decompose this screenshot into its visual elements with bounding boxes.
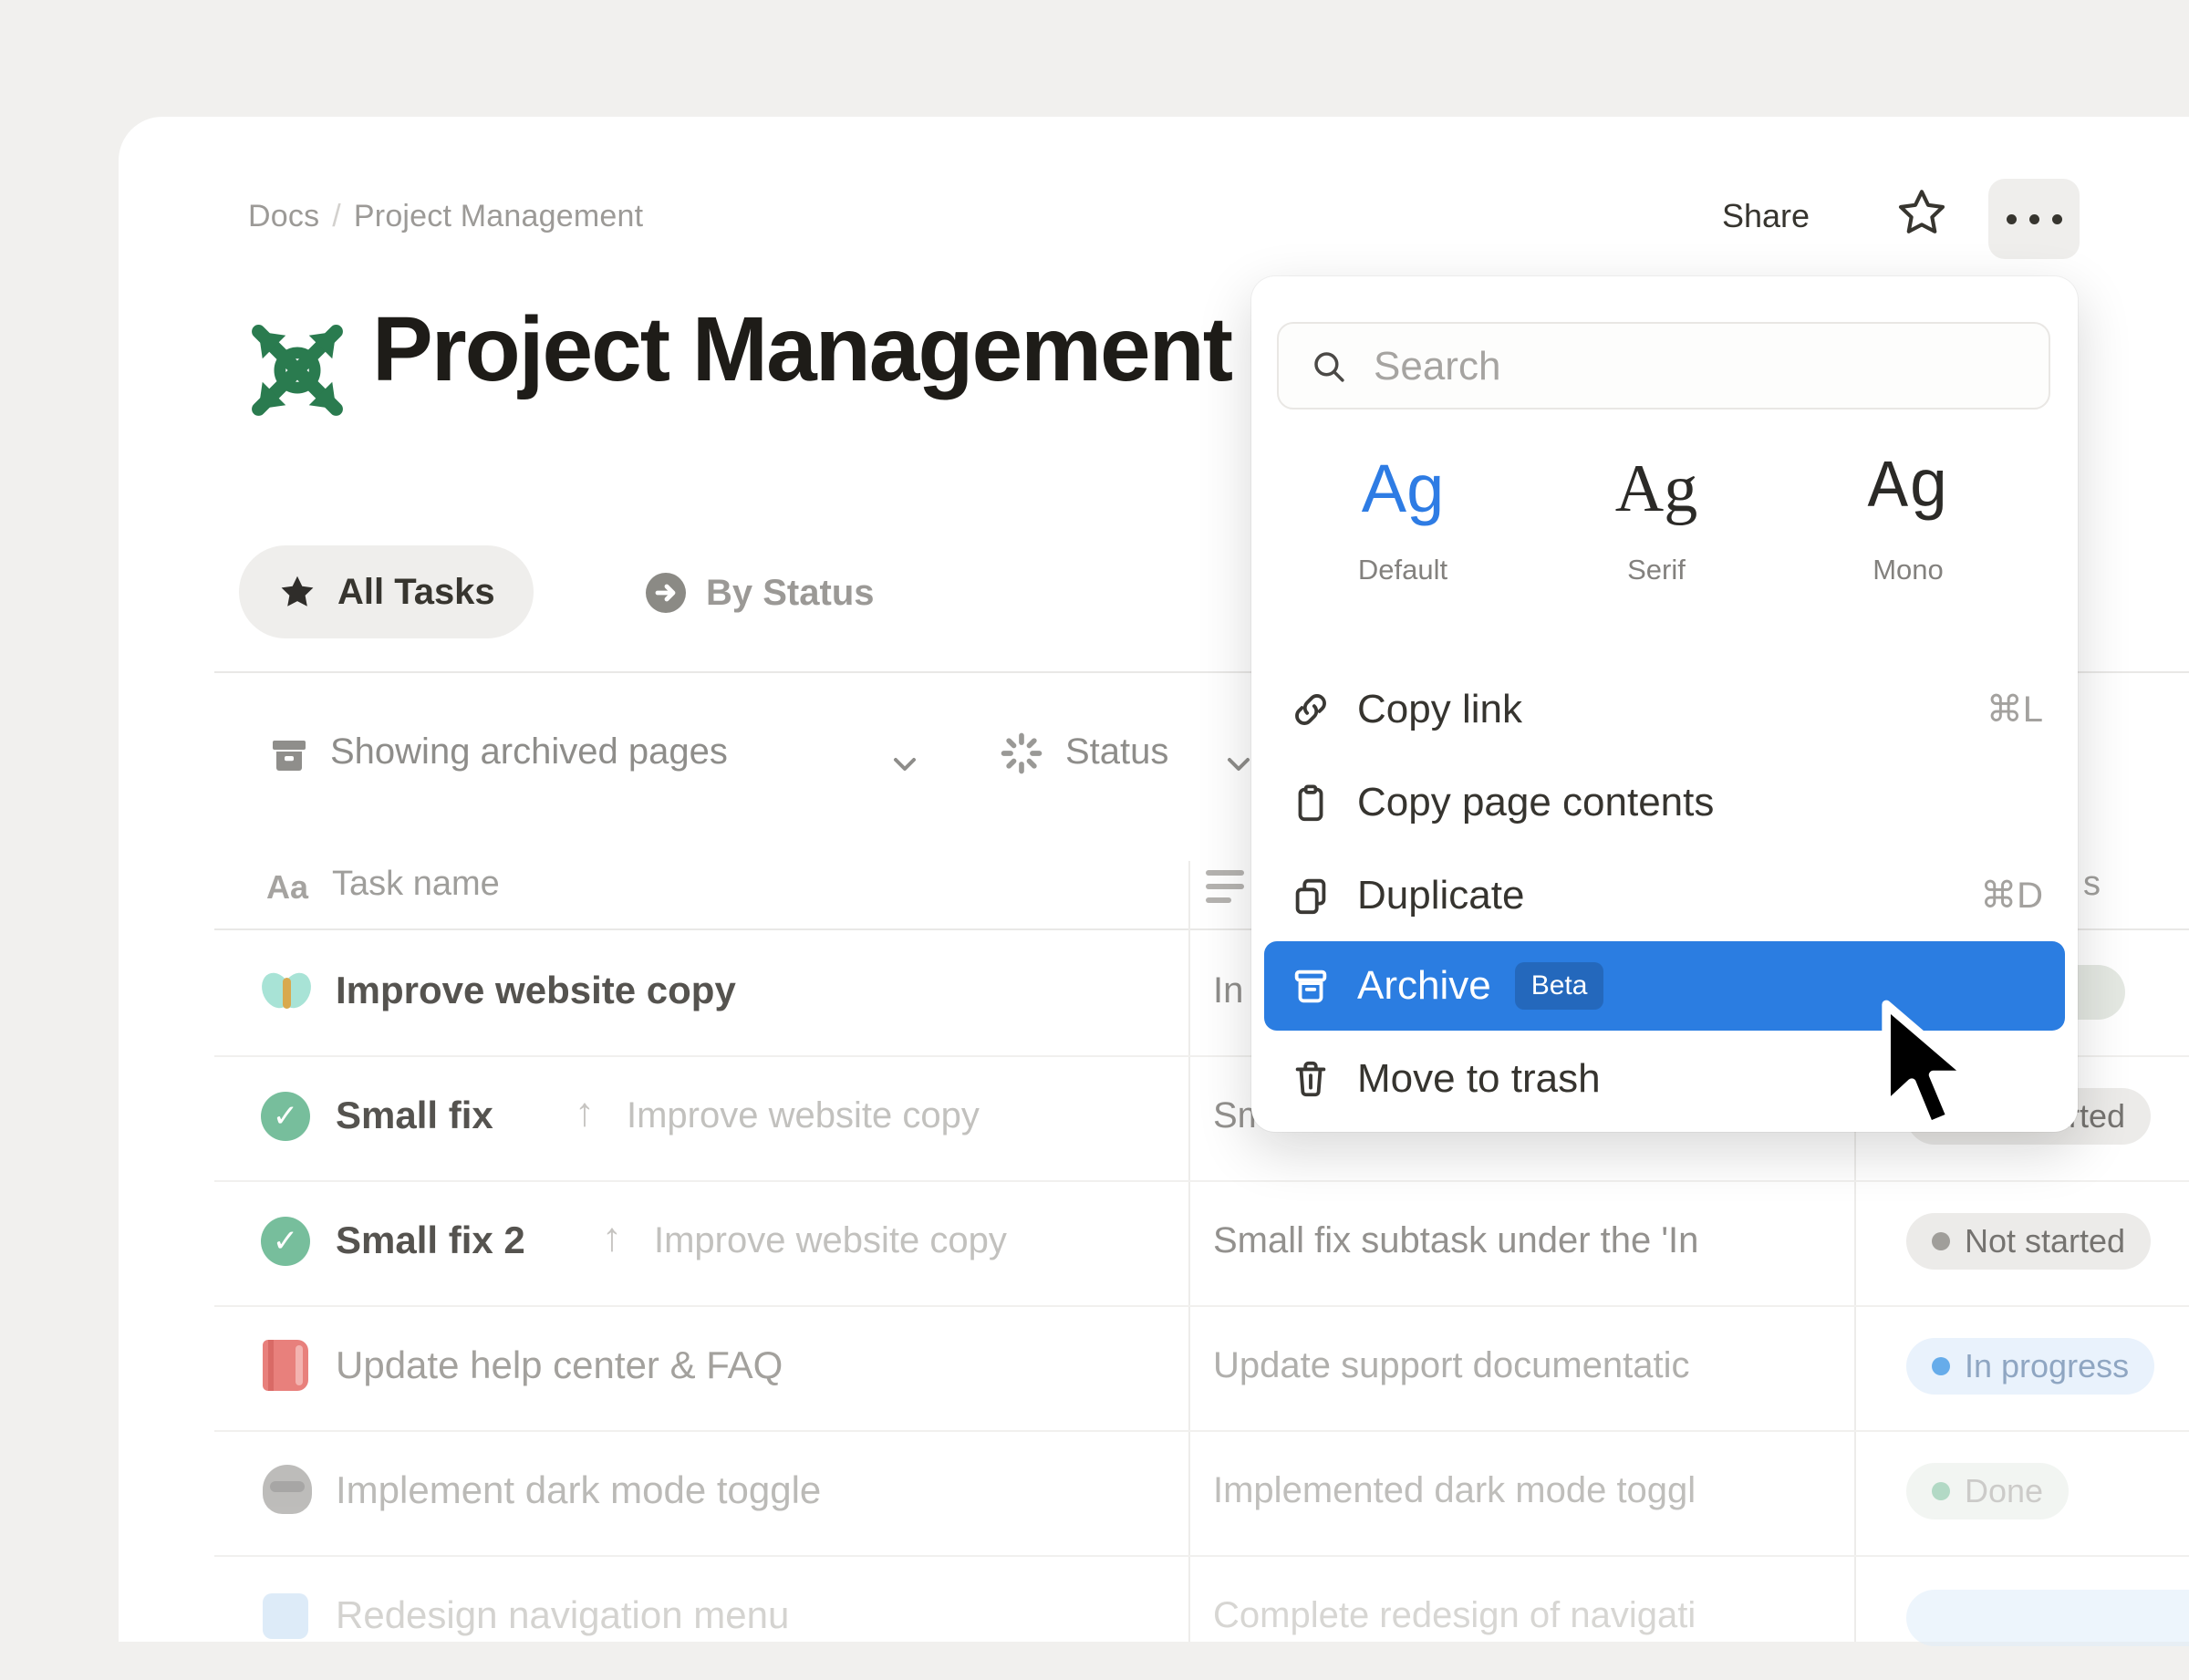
font-option-default[interactable]: Ag Default xyxy=(1302,455,1503,586)
font-option-mono[interactable]: Ag Mono xyxy=(1808,455,2008,586)
page-icon-crossed-arrows[interactable] xyxy=(235,308,359,432)
menu-item-label: Copy page contents xyxy=(1357,780,1714,825)
breadcrumb-current[interactable]: Project Management xyxy=(354,199,643,233)
font-sample: Ag xyxy=(1556,455,1757,523)
tab-all-tasks-label: All Tasks xyxy=(337,572,495,613)
status-badge[interactable]: In progress xyxy=(1906,1338,2154,1395)
parent-task-ref[interactable]: Improve website copy xyxy=(627,1095,980,1136)
menu-item-label: Duplicate xyxy=(1357,873,1524,918)
column-header-status-fragment: s xyxy=(2083,865,2101,904)
status-badge xyxy=(1906,1590,2189,1646)
task-description: Small fix subtask under the 'In xyxy=(1213,1220,1698,1261)
menu-search-field[interactable] xyxy=(1277,322,2050,410)
status-spinner-icon xyxy=(998,730,1045,777)
subtask-arrow-icon: ↑ xyxy=(602,1215,622,1260)
text-type-icon: Aa xyxy=(266,868,308,907)
menu-item-label: Copy link xyxy=(1357,687,1522,732)
duplicate-icon xyxy=(1290,875,1332,917)
task-description: Complete redesign of navigati xyxy=(1213,1595,1696,1636)
ellipsis-icon xyxy=(2007,214,2062,224)
text-lines-icon xyxy=(1206,870,1246,911)
task-title[interactable]: Small fix 2 xyxy=(336,1219,525,1262)
parent-task-ref[interactable]: Improve website copy xyxy=(654,1220,1007,1261)
mouse-cursor xyxy=(1872,999,1979,1136)
more-options-button[interactable] xyxy=(1988,179,2080,259)
font-sample: Ag xyxy=(1302,455,1503,523)
table-row[interactable]: Redesign navigation menu Complete redesi… xyxy=(214,1555,2189,1680)
favorite-star-icon[interactable] xyxy=(1895,186,1948,239)
beta-badge: Beta xyxy=(1515,962,1604,1010)
menu-item-copy-link[interactable]: Copy link ⌘L xyxy=(1277,664,2052,755)
breadcrumb: Docs/Project Management xyxy=(248,199,643,234)
tab-all-tasks[interactable]: All Tasks xyxy=(239,545,534,638)
clipboard-icon xyxy=(1290,782,1332,824)
status-badge[interactable]: Not started xyxy=(1906,1213,2151,1270)
menu-item-label: Move to trash xyxy=(1357,1056,1601,1102)
table-row[interactable]: Update help center & FAQ Update support … xyxy=(214,1305,2189,1432)
font-option-serif[interactable]: Ag Serif xyxy=(1556,455,1757,586)
task-title[interactable]: Small fix xyxy=(336,1094,493,1137)
archived-filter[interactable]: Showing archived pages xyxy=(330,731,728,773)
table-row[interactable]: Implement dark mode toggle Implemented d… xyxy=(214,1430,2189,1557)
menu-item-label: Archive xyxy=(1357,963,1491,1009)
status-badge[interactable]: Done xyxy=(1906,1463,2069,1519)
status-filter[interactable]: Status xyxy=(1065,731,1168,773)
chevron-down-icon xyxy=(887,746,923,783)
font-label: Default xyxy=(1302,554,1503,586)
column-header-task-name[interactable]: Task name xyxy=(332,865,500,904)
task-title[interactable]: Improve website copy xyxy=(336,969,736,1012)
table-row[interactable]: ✓ Small fix 2 ↑ Improve website copy Sma… xyxy=(214,1180,2189,1307)
share-button[interactable]: Share xyxy=(1722,197,1810,235)
task-title[interactable]: Redesign navigation menu xyxy=(336,1593,789,1637)
task-title[interactable]: Update help center & FAQ xyxy=(336,1343,783,1387)
menu-item-shortcut: ⌘L xyxy=(1987,689,2043,731)
star-filled-icon xyxy=(277,572,317,612)
menu-item-copy-page-contents[interactable]: Copy page contents xyxy=(1277,757,2052,848)
task-title[interactable]: Implement dark mode toggle xyxy=(336,1468,821,1512)
menu-item-shortcut: ⌘D xyxy=(1980,875,2043,917)
subtask-arrow-icon: ↑ xyxy=(575,1090,595,1136)
font-sample: Ag xyxy=(1808,455,2008,523)
task-description: Implemented dark mode toggl xyxy=(1213,1470,1696,1511)
trash-icon xyxy=(1290,1058,1332,1100)
page-title: Project Management xyxy=(372,297,1231,402)
green-check-icon: ✓ xyxy=(261,1092,310,1141)
font-label: Serif xyxy=(1556,554,1757,586)
link-icon xyxy=(1290,689,1332,731)
task-description-fragment: In xyxy=(1213,970,1243,1011)
archive-filter-icon xyxy=(267,733,311,777)
breadcrumb-docs[interactable]: Docs xyxy=(248,199,319,233)
fairy-emoji-icon xyxy=(261,965,312,1016)
green-check-icon: ✓ xyxy=(261,1217,310,1266)
search-input[interactable] xyxy=(1372,324,2032,410)
task-description: Update support documentatic xyxy=(1213,1345,1690,1386)
breadcrumb-separator: / xyxy=(319,199,354,233)
search-icon xyxy=(1310,347,1348,386)
red-book-emoji-icon xyxy=(263,1340,308,1391)
menu-item-duplicate[interactable]: Duplicate ⌘D xyxy=(1277,850,2052,941)
arrow-circle-icon xyxy=(644,571,688,615)
tab-by-status-label: By Status xyxy=(706,573,875,614)
archive-box-icon xyxy=(1290,965,1332,1007)
blue-tile-emoji-icon xyxy=(263,1593,308,1639)
ninja-emoji-icon xyxy=(263,1465,312,1514)
tab-by-status[interactable]: By Status xyxy=(644,571,875,615)
font-label: Mono xyxy=(1808,554,2008,586)
